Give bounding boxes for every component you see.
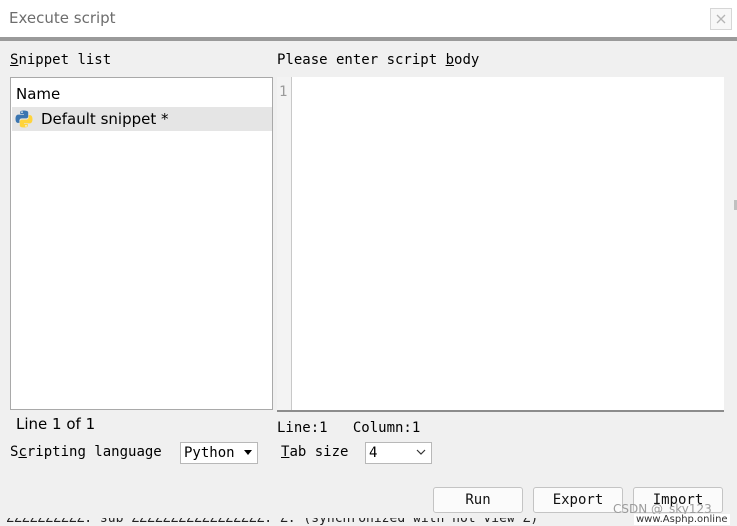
export-button[interactable]: Export	[533, 487, 623, 513]
snippet-name: Default snippet *	[41, 110, 169, 128]
line-number: 1	[279, 84, 288, 100]
line-number-gutter: 1	[277, 77, 292, 410]
cursor-position: Line:1 Column:1	[277, 420, 421, 436]
close-icon	[716, 14, 726, 24]
tab-size-label: Tab size	[281, 444, 349, 460]
background-window-text: ZZZZZZZZZZ: sub ZZZZZZZZZZZZZZZZZ: Z: (s…	[0, 518, 737, 526]
title-bar: Execute script	[0, 0, 737, 37]
script-body-label: Please enter script body	[277, 52, 480, 68]
name-column-header[interactable]: Name	[16, 85, 60, 103]
site-watermark: www.Asphp.online	[634, 514, 730, 525]
snippet-list-label: Snippet list	[10, 52, 112, 68]
close-button[interactable]	[710, 8, 732, 30]
title-separator	[0, 37, 737, 41]
tab-size-value: 4	[369, 445, 378, 461]
tab-size-select[interactable]: 4	[365, 442, 432, 464]
snippet-list[interactable]: Name Default snippet *	[10, 77, 273, 410]
dropdown-arrow-icon	[244, 450, 252, 455]
scripting-language-select[interactable]: Python	[180, 442, 258, 464]
execute-script-dialog: Execute script Snippet list Please enter…	[0, 0, 737, 526]
snippet-status: Line 1 of 1	[16, 415, 96, 433]
chevron-down-icon	[416, 449, 426, 455]
run-button[interactable]: Run	[433, 487, 523, 513]
list-item[interactable]: Default snippet *	[12, 107, 272, 131]
language-value: Python	[184, 445, 235, 461]
dialog-title: Execute script	[9, 9, 116, 27]
python-icon	[15, 110, 33, 128]
scripting-language-label: Scripting language	[10, 444, 162, 460]
script-editor[interactable]: 1	[277, 77, 724, 412]
